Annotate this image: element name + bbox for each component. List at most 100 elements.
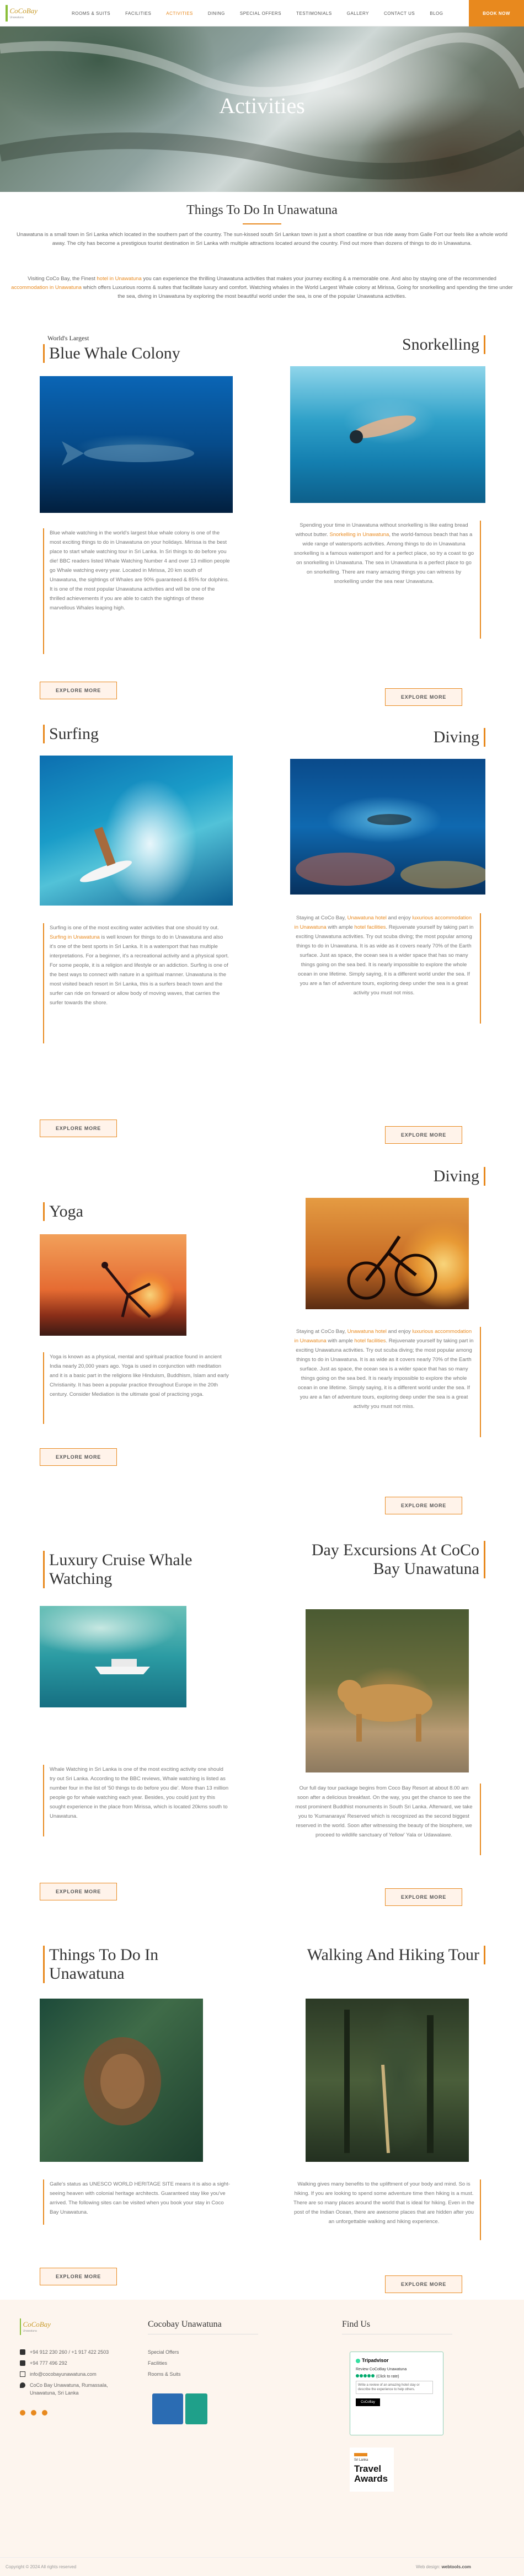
ta-submit-button[interactable]: CoCoBay	[356, 2398, 380, 2406]
footer-logo[interactable]: CoCoBay Unawatuna	[20, 2318, 51, 2335]
diving-description: Staying at CoCo Bay, Unawatuna hotel and…	[293, 913, 481, 1024]
snorkelling-link[interactable]: Snorkelling in Unawatuna	[330, 532, 389, 538]
walking-image	[306, 1999, 469, 2162]
surfing-text: is well known for things to do in Unawat…	[50, 934, 229, 1006]
ta-rating[interactable]: (Click to rate)	[356, 2374, 399, 2379]
footer-col2-title: Cocobay Unawatuna	[148, 2320, 222, 2329]
diving-image	[290, 759, 485, 895]
intro-text: Visiting CoCo Bay, the Finest	[28, 276, 97, 282]
snorkelling-title: Snorkelling	[320, 335, 485, 354]
site-logo[interactable]: CoCoBay Unawatuna	[6, 3, 38, 23]
tripadvisor-social-icon[interactable]	[42, 2410, 47, 2416]
hotel-link[interactable]: hotel in Unawatuna	[97, 276, 141, 282]
nav-gallery[interactable]: GALLERY	[347, 11, 369, 16]
nav-blog[interactable]: BLOG	[430, 11, 443, 16]
footer-phone-2[interactable]: +94 777 496 292	[20, 2359, 67, 2367]
snorkelling-explore-button[interactable]: EXPLORE MORE	[385, 688, 462, 706]
surfing-link[interactable]: Surfing in Unawatuna	[50, 934, 100, 940]
snorkeller-icon	[350, 415, 416, 443]
footer-phone-1[interactable]: +94 912 230 260 / +1 917 422 2503	[20, 2348, 109, 2356]
walking-description: Walking gives many benefits to the uplif…	[293, 2179, 481, 2240]
hero-banner: Activities	[0, 26, 524, 192]
diving-2-description: Staying at CoCo Bay, Unawatuna hotel and…	[293, 1327, 481, 1437]
yoga-image	[40, 1234, 186, 1336]
logo-mark-icon	[6, 5, 8, 22]
phone-2-text: +94 777 496 292	[30, 2360, 67, 2366]
footer-email[interactable]: info@cocobayunawatuna.com	[20, 2370, 97, 2378]
award-line-1: Travel	[354, 2463, 382, 2474]
facebook-icon[interactable]	[20, 2410, 25, 2416]
whale-kicker: World's Largest	[47, 334, 89, 342]
tripadvisor-widget[interactable]: Tripadvisor Review CoCoBay Unawatuna (Cl…	[350, 2352, 443, 2435]
phone-1-text: +94 912 230 260 / +1 917 422 2503	[30, 2349, 109, 2355]
footer-link-special-offers[interactable]: Special Offers	[148, 2349, 179, 2355]
diving-2-facilities-link[interactable]: hotel facilities	[354, 1338, 386, 1344]
surfing-text: Surfing is one of the most exciting wate…	[50, 925, 219, 931]
diving-2-text: with ample	[326, 1338, 355, 1344]
excursions-description: Our full day tour package begins from Co…	[293, 1784, 481, 1855]
intro-title: Things To Do In Unawatuna	[186, 203, 338, 217]
footer-logo-text: CoCoBay	[23, 2320, 51, 2328]
nav-dining[interactable]: DINING	[208, 11, 225, 16]
cruise-explore-button[interactable]: EXPLORE MORE	[40, 1883, 117, 1900]
ta-hotel-name: Review CoCoBay Unawatuna	[356, 2368, 407, 2371]
nav-contact[interactable]: CONTACT US	[384, 11, 415, 16]
main-nav: ROOMS & SUITS FACILITIES ACTIVITIES DINI…	[72, 0, 443, 26]
diving-text: and enjoy	[386, 915, 413, 921]
ta-rating-text: (Click to rate)	[376, 2375, 399, 2379]
diving-explore-button[interactable]: EXPLORE MORE	[385, 1126, 462, 1144]
things-explore-button[interactable]: EXPLORE MORE	[40, 2268, 117, 2285]
owl-icon	[356, 2358, 360, 2363]
cyclist-icon	[347, 1235, 437, 1300]
whale-description: Blue whale watching in the world's large…	[43, 528, 231, 654]
diving-2-explore-button[interactable]: EXPLORE MORE	[385, 1497, 462, 1514]
diving-2-hotel-link[interactable]: Unawatuna hotel	[347, 1329, 387, 1335]
footer-link-facilities[interactable]: Facilities	[148, 2360, 167, 2366]
reef-icon	[296, 814, 485, 888]
webdesign-credit[interactable]: Web design: webtools.com	[416, 2564, 471, 2569]
nav-rooms[interactable]: ROOMS & SUITS	[72, 11, 110, 16]
nav-special-offers[interactable]: SPECIAL OFFERS	[240, 11, 281, 16]
yoga-pose-icon	[101, 1262, 151, 1318]
accommodation-link[interactable]: accommodation in Unawatuna	[11, 285, 82, 291]
yoga-description: Yoga is known as a physical, mental and …	[43, 1352, 231, 1424]
footer-address: CoCo Bay Unawatuna, Rumassala, Unawatuna…	[20, 2381, 130, 2397]
footer-link-rooms[interactable]: Rooms & Suits	[148, 2371, 181, 2377]
mobile-icon	[20, 2360, 25, 2366]
award-badge-1-icon	[152, 2393, 183, 2424]
ta-review-box[interactable]: Write a review of an amazing hotel stay …	[356, 2381, 433, 2394]
things-description: Galle's status as UNESCO WORLD HERITAGE …	[43, 2179, 231, 2225]
credit-brand: webtools.com	[441, 2564, 471, 2569]
boat-icon	[95, 1659, 150, 1674]
diving-facilities-link[interactable]: hotel facilities	[354, 924, 386, 930]
excursions-image	[306, 1609, 469, 1772]
instagram-icon[interactable]	[31, 2410, 36, 2416]
email-text: info@cocobayunawatuna.com	[30, 2371, 97, 2377]
nav-testimonials[interactable]: TESTIMONIALS	[296, 11, 332, 16]
diving-2-text: . Rejuvenate yourself by taking part in …	[296, 1338, 474, 1410]
whale-image	[40, 376, 233, 513]
yoga-explore-button[interactable]: EXPLORE MORE	[40, 1448, 117, 1466]
book-now-button[interactable]: BOOK NOW	[469, 0, 524, 26]
surfing-image	[40, 756, 233, 906]
intro-divider	[243, 223, 281, 224]
walking-explore-button[interactable]: EXPLORE MORE	[385, 2275, 462, 2293]
diving-2-text: and enjoy	[386, 1329, 413, 1335]
nav-activities[interactable]: ACTIVITIES	[166, 11, 193, 16]
travel-awards-badge: Sri Lanka Travel Awards	[350, 2448, 394, 2492]
cruise-description: Whale Watching in Sri Lanka is one of th…	[43, 1765, 231, 1836]
excursions-explore-button[interactable]: EXPLORE MORE	[385, 1888, 462, 1906]
award-small-text: Sri Lanka	[354, 2459, 368, 2462]
tripadvisor-logo: Tripadvisor	[356, 2358, 389, 2363]
diving-hotel-link[interactable]: Unawatuna hotel	[347, 915, 387, 921]
nav-facilities[interactable]: FACILITIES	[125, 11, 151, 16]
award-stripe-icon	[354, 2453, 367, 2456]
surfing-explore-button[interactable]: EXPLORE MORE	[40, 1120, 117, 1137]
award-badge-2-icon	[185, 2393, 207, 2424]
excursions-title: Day Excursions At CoCo Bay Unawatuna	[298, 1541, 485, 1578]
things-title: Things To Do In Unawatuna	[43, 1946, 225, 1983]
diving-text: with ample	[326, 924, 355, 930]
intro-text: you can experience the thrilling Unawatu…	[141, 276, 496, 282]
leopard-icon	[338, 1680, 432, 1742]
whale-explore-button[interactable]: EXPLORE MORE	[40, 682, 117, 699]
